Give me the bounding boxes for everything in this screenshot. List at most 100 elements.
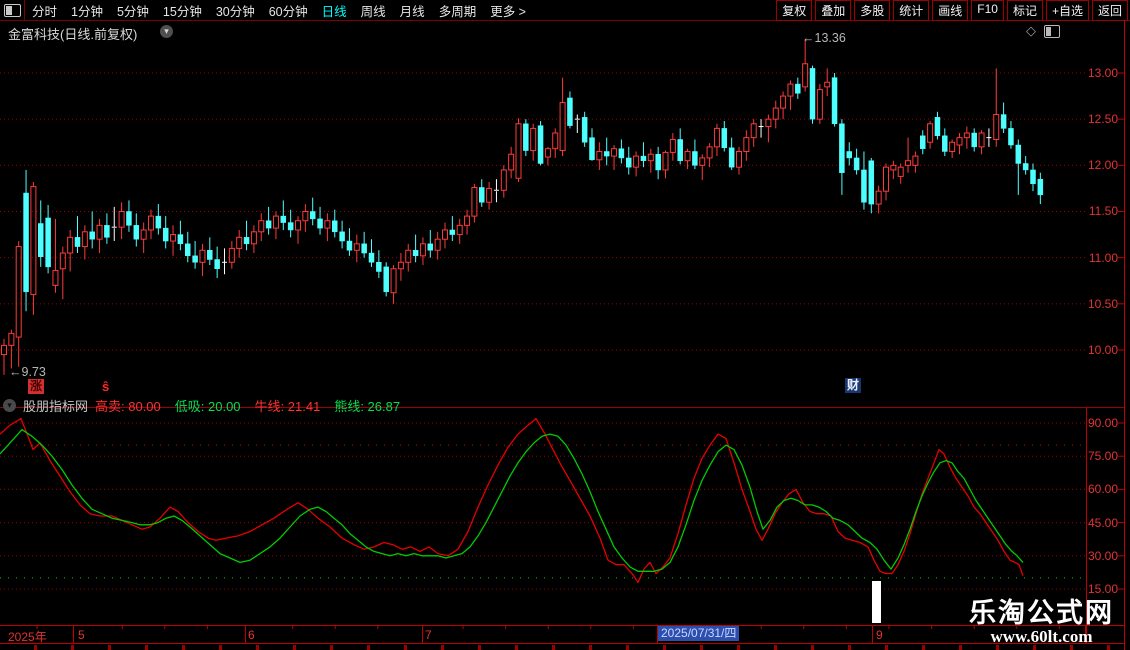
high-price-annotation: ←13.36 <box>802 31 846 45</box>
candle-body <box>868 160 875 205</box>
candle-body <box>243 237 250 245</box>
candle-body <box>339 231 345 242</box>
candle-body <box>736 150 742 168</box>
candle-body <box>185 243 191 257</box>
candle-body <box>831 77 838 125</box>
indicator-axis-label: 60.00 <box>1087 482 1118 497</box>
candle-body <box>419 243 426 257</box>
candle-body <box>875 190 882 205</box>
candle-body <box>67 236 74 254</box>
indicator-line-牛线 <box>0 417 1024 584</box>
cai-marker: 财 <box>845 378 861 393</box>
candle-body <box>897 166 904 177</box>
candle-body <box>942 135 948 152</box>
candle-body <box>405 249 412 263</box>
watermark-site-name: 乐淘公式网 <box>969 598 1114 628</box>
candle-body <box>207 250 213 260</box>
axis-month-label: 5 <box>78 628 85 642</box>
candle-body <box>250 231 257 245</box>
candle-body <box>669 138 676 153</box>
indicator-name: 股朋指标网 <box>23 399 89 414</box>
candle-body <box>272 215 279 229</box>
chart-canvas[interactable] <box>0 0 1130 650</box>
watermark: 乐淘公式网 www.60lt.com <box>969 599 1114 646</box>
candle-body <box>324 220 331 229</box>
candle-body <box>655 154 661 171</box>
indicator-axis-label: 45.00 <box>1087 515 1118 530</box>
candle-body <box>280 215 287 223</box>
candle-body <box>376 262 382 272</box>
watermark-url: www.60lt.com <box>990 627 1093 646</box>
candle-body <box>133 225 140 240</box>
candle-body <box>978 132 985 148</box>
candle-body <box>772 107 779 120</box>
bottom-strip <box>0 645 1124 650</box>
candle-body <box>809 68 816 120</box>
price-axis-label: 13.00 <box>1087 66 1118 80</box>
candle-body <box>883 166 889 192</box>
price-axis-label: 12.50 <box>1087 112 1118 127</box>
candle-body <box>8 332 15 346</box>
candle-body <box>596 150 603 161</box>
candle-body <box>684 150 691 162</box>
candle-body <box>397 261 404 270</box>
price-axis-label: 10.50 <box>1087 296 1118 311</box>
zhang-marker: 涨 <box>28 379 44 394</box>
candle-body <box>81 231 88 248</box>
candle-body <box>412 250 419 257</box>
candle-body <box>912 155 919 166</box>
candle-body <box>567 97 573 126</box>
candle-body <box>920 135 926 149</box>
candle-body <box>192 255 198 263</box>
indicator-param: 低吸: 20.00 <box>174 399 241 414</box>
candle-body <box>515 123 522 179</box>
candle-body <box>309 211 316 220</box>
candle-body <box>728 147 735 168</box>
price-axis-label: 11.00 <box>1088 250 1118 265</box>
candle-body <box>59 252 66 270</box>
candle-body <box>589 137 595 161</box>
candle-body <box>780 95 787 109</box>
chevron-circle-icon[interactable]: ▾ <box>3 399 16 412</box>
candle-body <box>346 240 353 251</box>
candle-body <box>265 220 272 229</box>
candle-body <box>140 229 147 240</box>
candle-body <box>611 148 618 157</box>
candle-body <box>170 234 177 242</box>
candle-body <box>390 268 397 294</box>
candle-body <box>1008 128 1014 146</box>
axis-year-label: 2025年 <box>8 630 47 644</box>
candle-body <box>332 220 338 233</box>
candle-body <box>839 123 845 173</box>
candle-body <box>1000 114 1007 129</box>
candle-body <box>96 224 103 240</box>
candle-body <box>258 220 265 233</box>
candle-body <box>427 243 434 251</box>
candle-body <box>317 218 323 229</box>
candle-body <box>581 117 588 143</box>
candle-body <box>434 238 441 251</box>
candle-body <box>802 63 809 88</box>
candle-body <box>228 247 235 263</box>
indicator-params: 高卖: 80.00 低吸: 20.00 牛线: 21.41 熊线: 26.87 <box>95 396 400 415</box>
candle-body <box>104 225 110 238</box>
candle-body <box>603 151 610 157</box>
candle-body <box>816 89 823 120</box>
candle-body <box>383 266 389 293</box>
candle-body <box>699 157 706 166</box>
candle-body <box>1030 169 1036 185</box>
indicator-axis-label: 90.00 <box>1087 416 1118 430</box>
candle-body <box>824 81 831 88</box>
candle-body <box>949 141 956 152</box>
candle-body <box>934 117 941 137</box>
candle-body <box>302 210 309 222</box>
candle-body <box>214 259 220 269</box>
candle-body <box>626 157 632 168</box>
candle-body <box>662 151 669 171</box>
highlighted-date-label: 2025/07/31/四 <box>658 626 740 641</box>
candle-body <box>74 237 81 247</box>
axis-month-label: 7 <box>425 628 432 642</box>
price-axis-label: 11.50 <box>1088 204 1118 219</box>
candle-body <box>963 132 970 139</box>
s-signal-marker: ŝ <box>102 379 110 394</box>
